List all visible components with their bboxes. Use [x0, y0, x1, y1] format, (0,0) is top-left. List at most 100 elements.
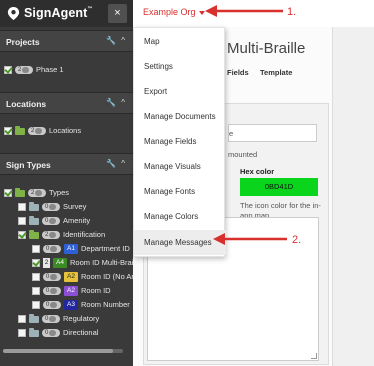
checkbox[interactable] [32, 259, 40, 268]
checkbox[interactable] [4, 189, 12, 198]
resize-handle-icon[interactable] [311, 353, 317, 359]
name-input[interactable]: e [228, 124, 317, 142]
menu-item-manage-messages[interactable]: Manage Messages [144, 238, 212, 247]
sign-type-row-survey[interactable]: 0 Survey [18, 201, 87, 214]
wrench-icon[interactable]: 🔧 [106, 98, 116, 107]
sign-type-row-department-id[interactable]: 0 A1 Department ID [32, 244, 130, 256]
checkbox[interactable] [18, 203, 26, 212]
chevron-up-icon[interactable]: ^ [121, 98, 125, 107]
sign-code-badge: A3 [64, 300, 78, 311]
wrench-icon[interactable]: 🔧 [106, 159, 116, 168]
page-title: Multi-Braille [227, 40, 306, 57]
right-gutter [333, 27, 374, 366]
menu-item-map[interactable]: Map [144, 37, 160, 46]
badge: 0 [43, 245, 61, 254]
projects-section-header[interactable]: Projects 🔧 ^ [0, 30, 133, 52]
sign-type-label: Room ID Multi-Braille [70, 258, 133, 267]
folder-icon [29, 327, 39, 337]
checkbox[interactable] [18, 231, 26, 240]
sign-type-label: Regulatory [63, 314, 100, 323]
projects-tools: 🔧 ^ [101, 36, 125, 45]
menu-item-settings[interactable]: Settings [144, 62, 173, 71]
tab-fields[interactable]: Fields [227, 68, 249, 77]
sign-code-badge: A4 [53, 258, 67, 269]
checkbox[interactable] [4, 127, 12, 136]
badge: 0 [42, 217, 60, 226]
checkbox[interactable] [32, 287, 40, 296]
sign-types-tools: 🔧 ^ [101, 159, 125, 168]
badge: 2 [15, 66, 33, 75]
sign-type-label: Amenity [63, 216, 91, 225]
menu-item-manage-fonts[interactable]: Manage Fonts [144, 187, 195, 196]
sign-type-row-identification[interactable]: 2 Identification [18, 229, 106, 242]
chevron-up-icon[interactable]: ^ [121, 36, 125, 45]
chevron-up-icon[interactable]: ^ [121, 159, 125, 168]
folder-icon [29, 313, 39, 323]
sign-type-row-room-id-no-art[interactable]: 0 A2 Room ID (No Art) [32, 272, 133, 284]
locations-title: Locations [6, 99, 47, 109]
checkbox[interactable] [32, 273, 40, 282]
badge: 2 [42, 231, 60, 240]
folder-icon [15, 125, 25, 135]
brand-name: SignAgent™ [24, 6, 93, 20]
sign-type-row-types[interactable]: 2 Types [4, 187, 70, 200]
sign-code-badge: A2 [64, 286, 78, 297]
sign-code-badge: A2 [64, 272, 78, 283]
sign-type-row-room-id-multi-braille[interactable]: 2A4Room ID Multi-Braille [32, 258, 133, 270]
menu-item-manage-colors[interactable]: Manage Colors [144, 212, 198, 221]
sign-type-label: Department ID [81, 244, 130, 253]
sign-types-section-header[interactable]: Sign Types 🔧 ^ [0, 153, 133, 175]
badge: 0 [42, 203, 60, 212]
badge: 0 [43, 273, 61, 282]
checkbox[interactable] [18, 329, 26, 338]
hex-color-input[interactable]: 0BD41D [240, 178, 318, 196]
menu-item-export[interactable]: Export [144, 87, 167, 96]
projects-title: Projects [6, 37, 40, 47]
sign-types-title: Sign Types [6, 160, 51, 170]
sign-type-row-room-id[interactable]: 0 A2 Room ID [32, 286, 111, 298]
sidebar: SignAgent™ × Projects 🔧 ^ 2 Phase 1 Locati… [0, 0, 133, 366]
locations-section-header[interactable]: Locations 🔧 ^ [0, 92, 133, 114]
sign-code-badge: A1 [64, 244, 78, 255]
sign-type-label: Room ID [81, 286, 111, 295]
location-label: Locations [49, 126, 82, 135]
sign-type-row-room-number[interactable]: 0 A3 Room Number [32, 300, 130, 312]
mounted-label: mounted [228, 150, 258, 159]
badge: 2 [28, 127, 46, 136]
project-label: Phase 1 [36, 65, 64, 74]
folder-icon [29, 201, 39, 211]
sign-type-label: Types [49, 188, 70, 197]
annotation-step-1: 1. [287, 6, 297, 18]
sign-type-row-amenity[interactable]: 0 Amenity [18, 215, 91, 228]
location-row[interactable]: 2 Locations [4, 125, 82, 138]
org-dropdown-button[interactable]: Example Org [143, 7, 205, 17]
sign-type-label: Identification [63, 230, 106, 239]
annotation-arrow-1-icon [205, 5, 283, 17]
wrench-icon[interactable]: 🔧 [106, 36, 116, 45]
sign-type-label: Survey [63, 202, 87, 211]
org-name: Example Org [143, 7, 196, 17]
close-sidebar-button[interactable]: × [108, 4, 127, 23]
checkbox[interactable] [18, 217, 26, 226]
tab-template[interactable]: Template [260, 68, 292, 77]
menu-item-manage-documents[interactable]: Manage Documents [144, 112, 216, 121]
scrollbar-thumb[interactable] [3, 349, 113, 353]
folder-icon [15, 187, 25, 197]
checkbox[interactable] [18, 315, 26, 324]
locations-tools: 🔧 ^ [101, 98, 125, 107]
checkbox[interactable] [32, 301, 40, 310]
caret-down-icon [198, 10, 205, 15]
project-row-phase-1[interactable]: 2 Phase 1 [4, 65, 64, 77]
sidebar-scrollbar[interactable] [3, 349, 123, 353]
sign-type-label: Room ID (No Art) [81, 272, 133, 281]
menu-item-manage-fields[interactable]: Manage Fields [144, 137, 196, 146]
folder-icon [29, 215, 39, 225]
annotation-arrow-2-icon [213, 233, 287, 245]
org-dropdown-menu: Map Settings Export Manage Documents Man… [133, 27, 226, 257]
badge: 0 [42, 315, 60, 324]
checkbox[interactable] [4, 66, 12, 75]
menu-item-manage-visuals[interactable]: Manage Visuals [144, 162, 201, 171]
sign-type-row-directional[interactable]: 0 Directional [18, 327, 98, 340]
checkbox[interactable] [32, 245, 40, 254]
sign-type-row-regulatory[interactable]: 0 Regulatory [18, 313, 100, 326]
